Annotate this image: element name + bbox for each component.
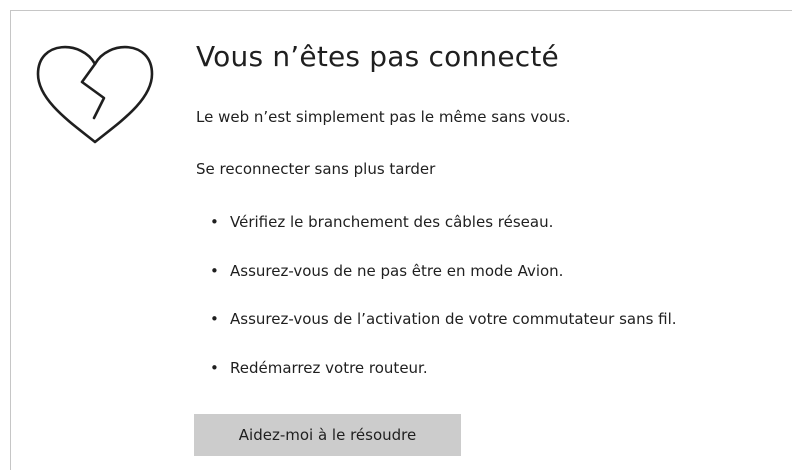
tip-text: Assurez-vous de l’activation de votre co… bbox=[230, 310, 677, 328]
page-subtitle: Le web n’est simplement pas le même sans… bbox=[196, 108, 571, 126]
tips-list: • Vérifiez le branchement des câbles rés… bbox=[210, 213, 677, 407]
list-item: • Assurez-vous de ne pas être en mode Av… bbox=[210, 262, 677, 311]
list-item: • Vérifiez le branchement des câbles rés… bbox=[210, 213, 677, 262]
bullet: • bbox=[210, 213, 219, 231]
bullet: • bbox=[210, 310, 219, 328]
fix-connection-button[interactable]: Aidez-moi à le résoudre bbox=[194, 414, 461, 456]
tip-text: Redémarrez votre routeur. bbox=[230, 358, 428, 377]
list-item: • Assurez-vous de l’activation de votre … bbox=[210, 310, 677, 359]
bullet: • bbox=[210, 261, 219, 280]
page-title: Vous n’êtes pas connecté bbox=[196, 40, 559, 73]
tip-text: Vérifiez le branchement des câbles résea… bbox=[230, 213, 554, 231]
broken-heart-icon bbox=[36, 45, 154, 144]
bullet: • bbox=[210, 358, 219, 377]
list-item: • Redémarrez votre routeur. bbox=[210, 359, 677, 408]
tip-text: Assurez-vous de ne pas être en mode Avio… bbox=[230, 261, 564, 280]
section-heading: Se reconnecter sans plus tarder bbox=[196, 160, 436, 178]
